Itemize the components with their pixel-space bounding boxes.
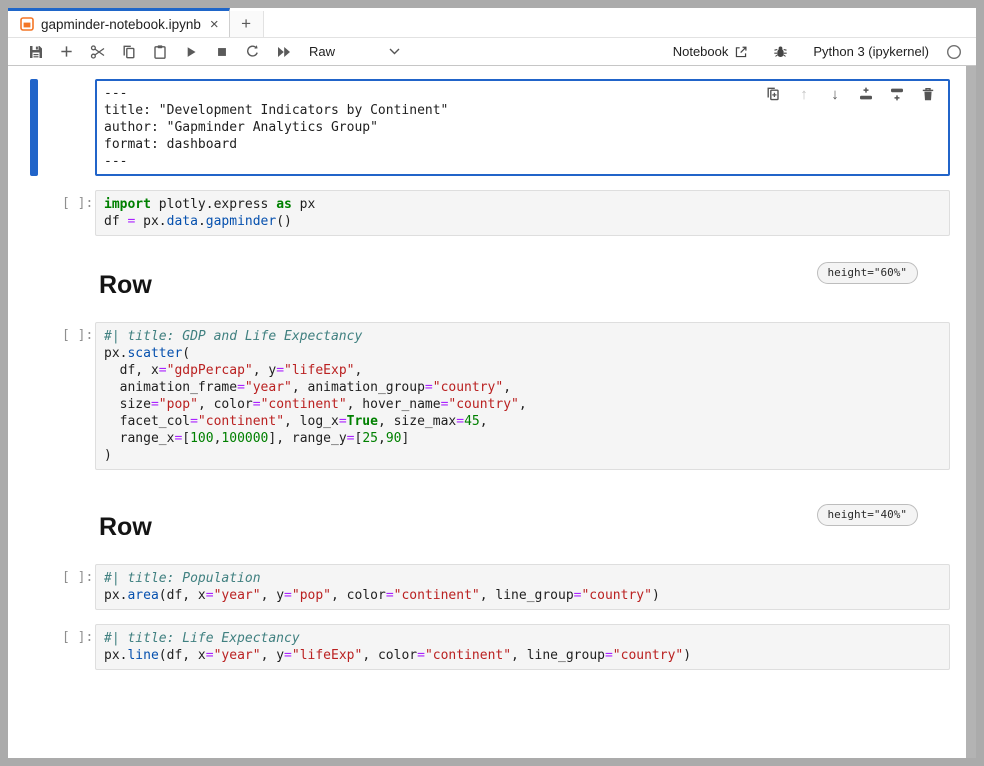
notebook-toolbar: Raw Notebook Python 3 (ipykernel) xyxy=(8,38,976,66)
cell-height-badge: height="60%" xyxy=(817,262,918,284)
move-up-icon[interactable]: ↑ xyxy=(794,84,814,104)
code-cell-editor[interactable]: #| title: Life Expectancypx.line(df, x="… xyxy=(95,624,950,670)
code-cell: [ ]:#| title: Life Expectancypx.line(df,… xyxy=(30,624,950,670)
notebook-window: gapminder-notebook.ipynb × + xyxy=(8,8,976,758)
cell-type-dropdown[interactable]: Raw xyxy=(309,44,400,59)
cell-list: ---title: "Development Indicators by Con… xyxy=(30,79,950,684)
code-cell-editor[interactable]: #| title: GDP and Life Expectancypx.scat… xyxy=(95,322,950,470)
cell-collapser[interactable] xyxy=(30,190,38,236)
new-tab-button[interactable]: + xyxy=(230,11,264,37)
cell-toolbar: ↑↓ xyxy=(763,84,938,104)
close-tab-icon[interactable]: × xyxy=(210,17,219,32)
paste-cell-icon[interactable] xyxy=(144,40,175,64)
tab-title: gapminder-notebook.ipynb xyxy=(41,17,201,32)
external-link-icon xyxy=(734,45,748,59)
cell-prompt xyxy=(62,79,95,176)
cell-collapser[interactable] xyxy=(30,624,38,670)
run-all-icon[interactable] xyxy=(268,40,299,64)
notebook-menu-label: Notebook xyxy=(673,44,729,59)
move-down-icon[interactable]: ↓ xyxy=(825,84,845,104)
toolbar-right: Notebook Python 3 (ipykernel) xyxy=(673,40,962,64)
vertical-scrollbar[interactable] xyxy=(966,66,976,758)
kernel-status-icon xyxy=(946,44,962,60)
stop-icon[interactable] xyxy=(206,40,237,64)
copy-cell-icon[interactable] xyxy=(113,40,144,64)
notebook-menu[interactable]: Notebook xyxy=(673,44,749,59)
cell-prompt: [ ]: xyxy=(62,190,95,236)
code-cell: [ ]:#| title: GDP and Life Expectancypx.… xyxy=(30,322,950,470)
cell-prompt xyxy=(62,512,95,542)
code-cell: [ ]:#| title: Populationpx.area(df, x="y… xyxy=(30,564,950,610)
save-icon[interactable] xyxy=(20,40,51,64)
cell-height-badge: height="40%" xyxy=(817,504,918,526)
cell-prompt xyxy=(62,270,95,300)
cell-type-selected: Raw xyxy=(309,44,351,59)
markdown-cell-content[interactable]: Row xyxy=(95,270,152,300)
add-cell-icon[interactable] xyxy=(51,40,82,64)
cut-cell-icon[interactable] xyxy=(82,40,113,64)
delete-icon[interactable] xyxy=(918,84,938,104)
cell-collapser[interactable] xyxy=(30,564,38,610)
insert-above-icon[interactable] xyxy=(856,84,876,104)
duplicate-icon[interactable] xyxy=(763,84,783,104)
tab-bar: gapminder-notebook.ipynb × + xyxy=(8,8,976,38)
cell-collapser[interactable] xyxy=(30,512,38,542)
code-cell-editor[interactable]: #| title: Populationpx.area(df, x="year"… xyxy=(95,564,950,610)
restart-kernel-icon[interactable] xyxy=(237,40,268,64)
kernel-name[interactable]: Python 3 (ipykernel) xyxy=(813,44,929,59)
notebook-file-icon xyxy=(20,17,34,31)
cell-collapser[interactable] xyxy=(30,270,38,300)
markdown-cell-content[interactable]: Row xyxy=(95,512,152,542)
row-heading: Row xyxy=(95,270,152,300)
markdown-cell: Row height="40%" xyxy=(30,504,950,550)
cell-collapser[interactable] xyxy=(30,79,38,176)
code-cell: [ ]:import plotly.express as pxdf = px.d… xyxy=(30,190,950,236)
tab-gapminder-notebook[interactable]: gapminder-notebook.ipynb × xyxy=(8,8,230,37)
row-heading: Row xyxy=(95,512,152,542)
run-icon[interactable] xyxy=(175,40,206,64)
cell-collapser[interactable] xyxy=(30,322,38,470)
markdown-cell: Row height="60%" xyxy=(30,262,950,308)
insert-below-icon[interactable] xyxy=(887,84,907,104)
cell-prompt: [ ]: xyxy=(62,624,95,670)
cell-prompt: [ ]: xyxy=(62,322,95,470)
notebook-content: ---title: "Development Indicators by Con… xyxy=(8,66,976,758)
chevron-down-icon xyxy=(389,48,400,55)
raw-cell: ---title: "Development Indicators by Con… xyxy=(30,79,950,176)
code-cell-editor[interactable]: import plotly.express as pxdf = px.data.… xyxy=(95,190,950,236)
cell-prompt: [ ]: xyxy=(62,564,95,610)
debugger-bug-icon[interactable] xyxy=(765,40,796,64)
